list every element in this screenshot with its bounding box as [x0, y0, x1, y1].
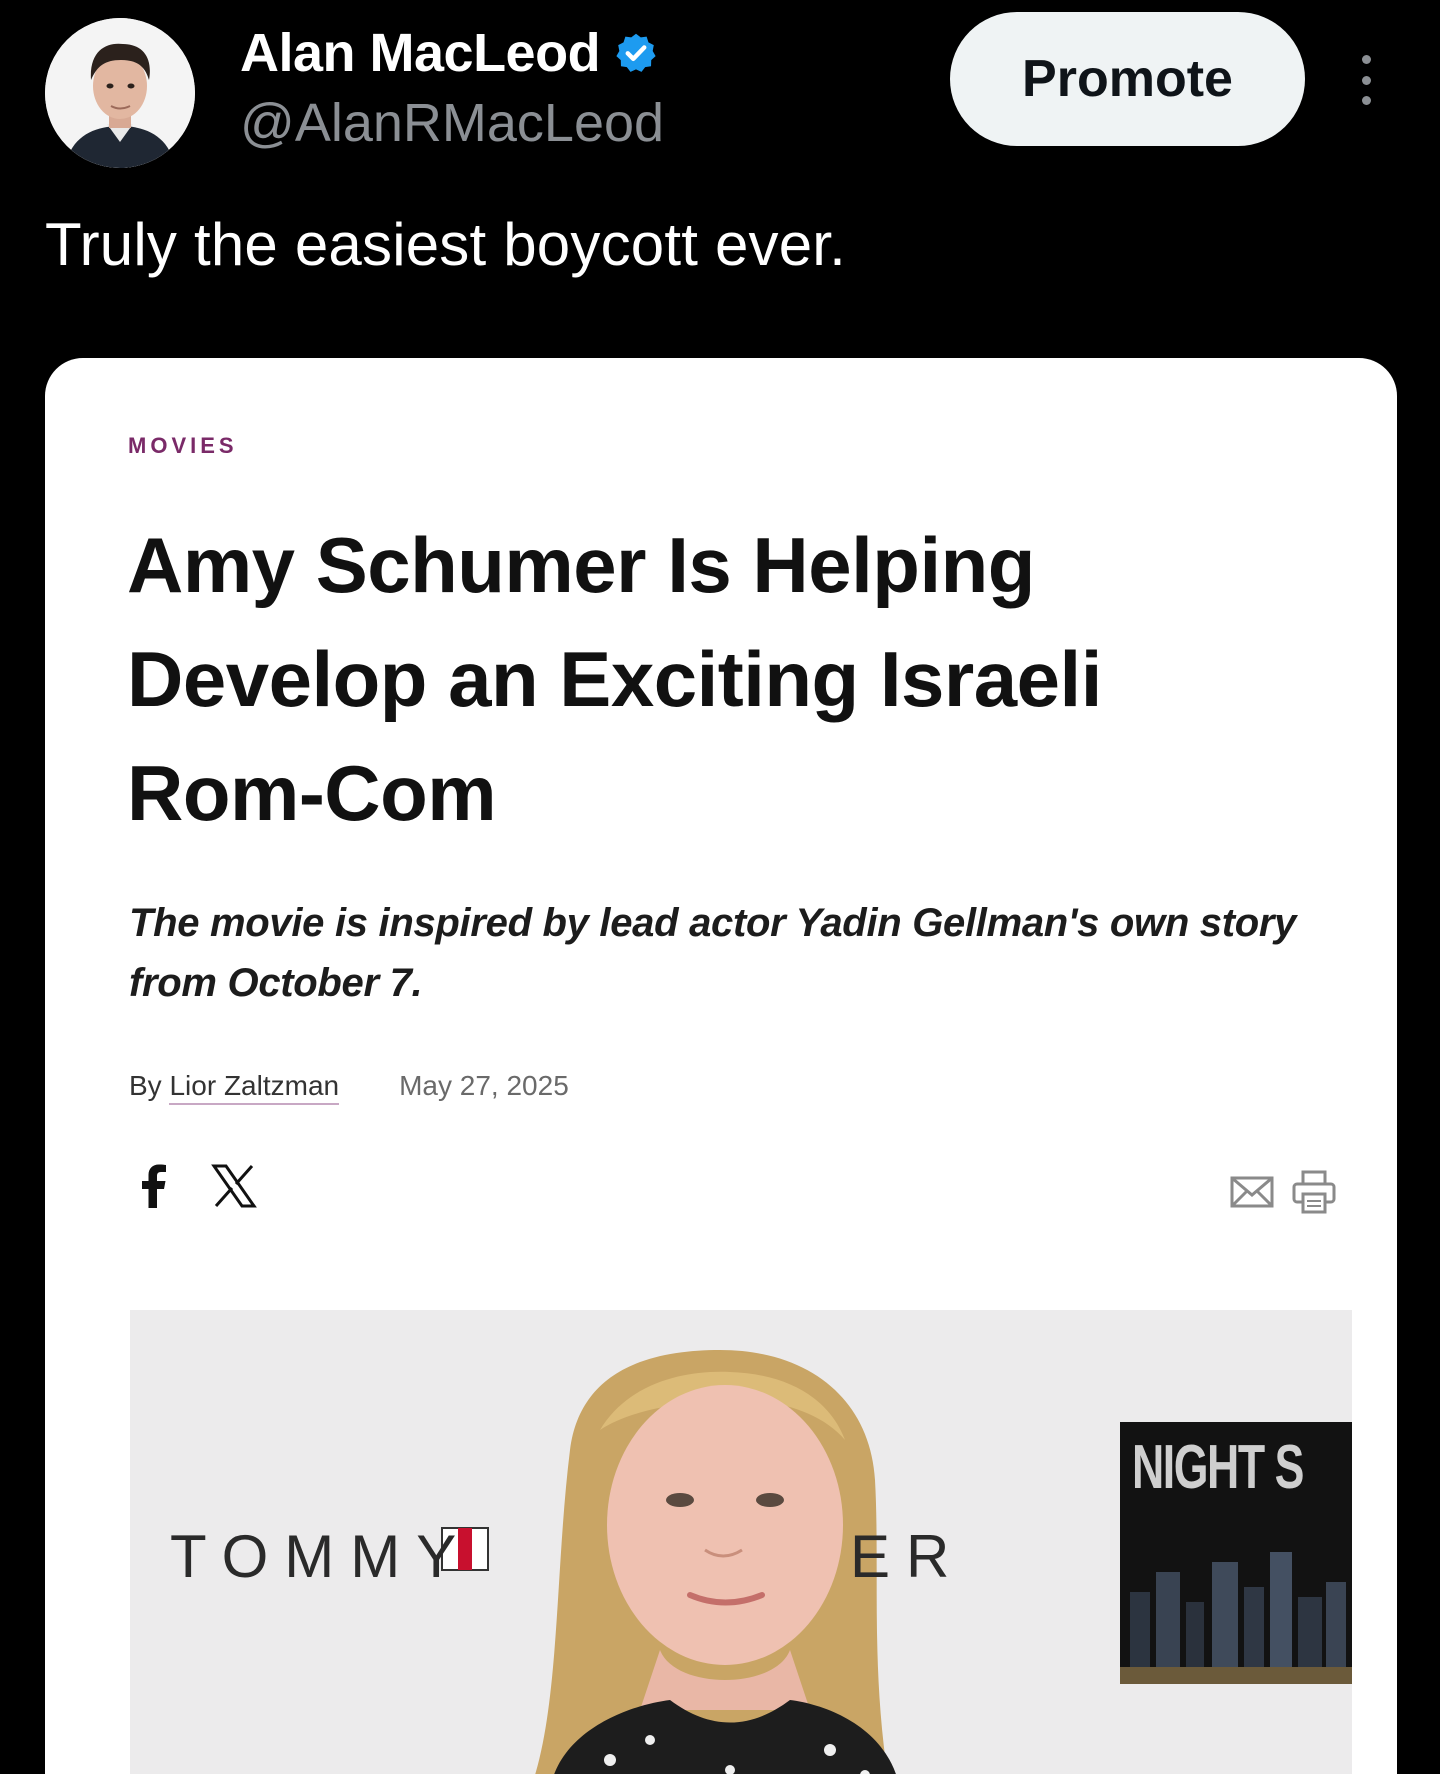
avatar-image — [45, 18, 195, 168]
article-hero-image[interactable]: TOMMY ER NIGHT S — [130, 1310, 1352, 1774]
article-author-link[interactable]: Lior Zaltzman — [169, 1070, 340, 1105]
tweet-text: Truly the easiest boycott ever. — [45, 211, 847, 278]
more-dot — [1361, 75, 1371, 85]
avatar[interactable] — [45, 18, 195, 168]
article-tools — [1229, 1166, 1337, 1216]
more-options-icon[interactable] — [1346, 50, 1386, 110]
author-handle[interactable]: @AlanRMacLeod — [240, 92, 664, 154]
byline: By Lior Zaltzman May 27, 2025 — [129, 1070, 569, 1105]
share-buttons — [129, 1158, 259, 1214]
article-category[interactable]: MOVIES — [128, 433, 238, 459]
more-dot — [1361, 96, 1371, 105]
print-icon[interactable] — [1291, 1166, 1337, 1216]
article-card[interactable]: MOVIES Amy Schumer Is Helping Develop an… — [45, 358, 1397, 1774]
article-subheadline: The movie is inspired by lead actor Yadi… — [129, 901, 1297, 1005]
more-dot — [1361, 55, 1371, 64]
email-icon[interactable] — [1229, 1166, 1275, 1216]
article-headline[interactable]: Amy Schumer Is Helping Develop an Exciti… — [127, 508, 1227, 850]
x-icon[interactable] — [209, 1158, 259, 1214]
event-sign: NIGHT S — [1120, 1422, 1352, 1684]
byline-prefix: By — [129, 1070, 162, 1101]
author-name-row[interactable]: Alan MacLeod — [240, 22, 658, 84]
promote-button[interactable]: Promote — [950, 12, 1305, 146]
backdrop-sponsor-text-right: ER — [850, 1523, 966, 1590]
author-name[interactable]: Alan MacLeod — [240, 22, 601, 84]
tweet-screen: Alan MacLeod @AlanRMacLeod Promote Truly… — [0, 0, 1440, 1774]
event-sign-text: NIGHT S — [1132, 1433, 1304, 1502]
article-date: May 27, 2025 — [399, 1070, 569, 1101]
facebook-icon[interactable] — [129, 1158, 179, 1214]
backdrop-sponsor-text: TOMMY — [170, 1523, 473, 1590]
verified-badge-icon — [616, 33, 656, 72]
